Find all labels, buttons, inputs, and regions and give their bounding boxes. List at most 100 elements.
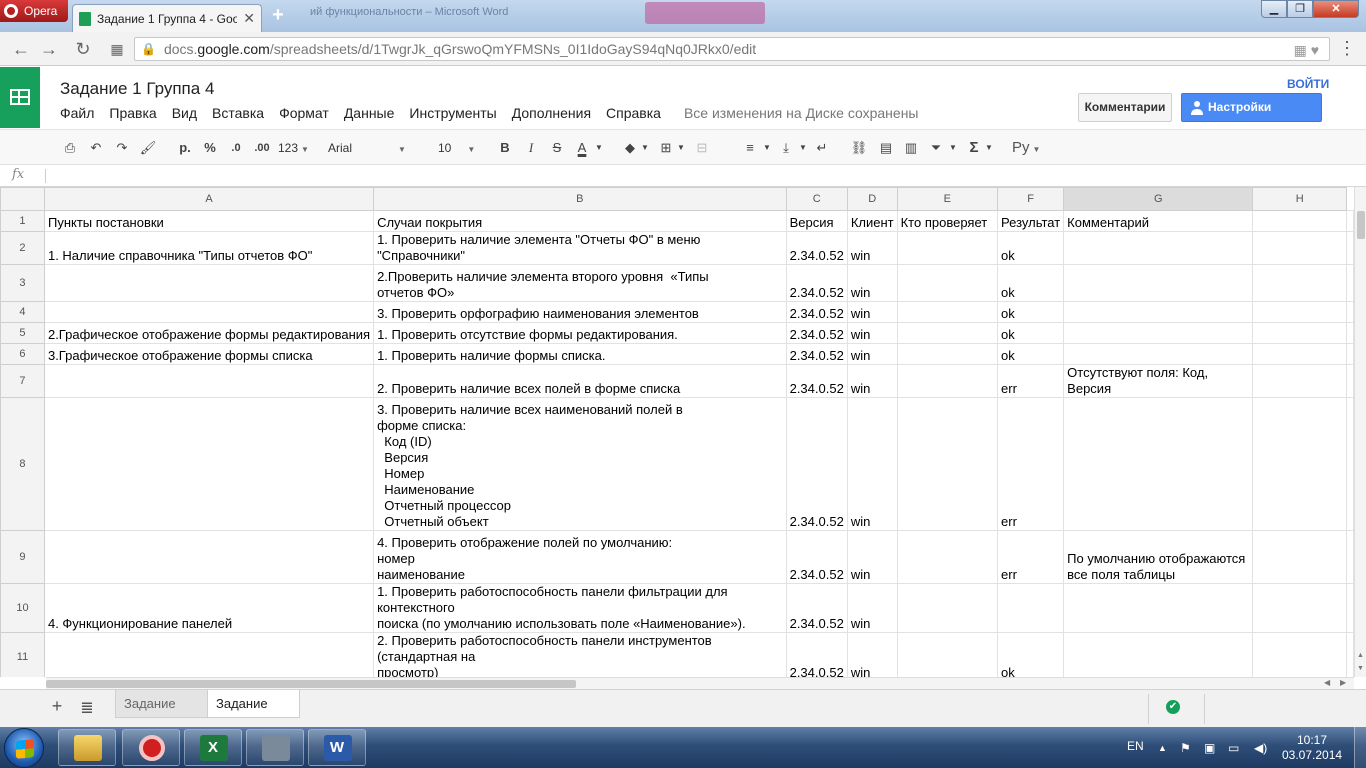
- chevron-down-icon[interactable]: ▼: [676, 138, 686, 158]
- cell-c8[interactable]: 2.34.0.52: [785, 397, 848, 531]
- cell-b7[interactable]: 2. Проверить наличие всех полей в форме …: [373, 364, 787, 398]
- menu-file[interactable]: Файл: [60, 105, 94, 121]
- fill-color-icon[interactable]: ◆: [620, 138, 640, 158]
- cell-filler[interactable]: [1346, 583, 1354, 633]
- insert-link-icon[interactable]: ⛓: [848, 138, 870, 158]
- cell-a7[interactable]: [43, 364, 375, 398]
- row-header[interactable]: 4: [0, 301, 45, 323]
- column-header[interactable]: A: [43, 187, 375, 211]
- menu-tools[interactable]: Инструменты: [409, 105, 496, 121]
- horizontal-scrollbar[interactable]: ◀ ▶: [46, 677, 1354, 689]
- cell-h5[interactable]: [1252, 322, 1347, 344]
- cell-c2[interactable]: 2.34.0.52: [785, 231, 848, 265]
- cell-h8[interactable]: [1252, 397, 1347, 531]
- cell-c11[interactable]: 2.34.0.52: [785, 632, 848, 677]
- cell-g2[interactable]: [1063, 231, 1254, 265]
- cell-d11[interactable]: win: [846, 632, 898, 677]
- cell-c4[interactable]: 2.34.0.52: [785, 301, 848, 323]
- menu-view[interactable]: Вид: [172, 105, 197, 121]
- scroll-down-icon[interactable]: ▼: [1357, 665, 1364, 672]
- cell-h3[interactable]: [1252, 264, 1347, 302]
- forward-arrow-icon[interactable]: →: [38, 38, 60, 60]
- cell-b4[interactable]: 3. Проверить орфографию наименования эле…: [373, 301, 787, 323]
- font-family-dropdown[interactable]: Arial ▼: [328, 137, 412, 159]
- opera-menu-button[interactable]: Opera: [0, 0, 68, 22]
- address-bar-input[interactable]: 🔒 docs. google.com/spreadsheets/d/1TwgrJk…: [134, 37, 1330, 61]
- taskbar-excel[interactable]: X: [184, 729, 242, 766]
- cell-e8[interactable]: [896, 397, 999, 531]
- cell-g11[interactable]: [1063, 632, 1254, 677]
- cell-b1[interactable]: Случаи покрытия: [373, 210, 787, 232]
- filter-icon[interactable]: ⏷: [926, 138, 946, 158]
- taskbar-opera[interactable]: [122, 729, 180, 766]
- decrease-decimal-button[interactable]: .0: [225, 138, 247, 158]
- cell-a4[interactable]: [43, 301, 375, 323]
- cell-e1[interactable]: Кто проверяет: [896, 210, 999, 232]
- cell-filler[interactable]: [1346, 364, 1354, 398]
- row-header[interactable]: 6: [0, 343, 45, 365]
- cell-h9[interactable]: [1252, 530, 1347, 584]
- menu-data[interactable]: Данные: [344, 105, 395, 121]
- menu-format[interactable]: Формат: [279, 105, 329, 121]
- volume-icon[interactable]: ◀): [1254, 741, 1267, 755]
- chevron-down-icon[interactable]: ▼: [798, 138, 808, 158]
- row-header[interactable]: 5: [0, 322, 45, 344]
- redo-icon[interactable]: ↷: [112, 138, 132, 158]
- cell-filler[interactable]: [1346, 210, 1354, 232]
- cell-e6[interactable]: [896, 343, 999, 365]
- row-header[interactable]: 8: [0, 397, 45, 531]
- cell-b2[interactable]: 1. Проверить наличие элемента "Отчеты ФО…: [373, 231, 787, 265]
- document-title[interactable]: Задание 1 Группа 4: [60, 79, 214, 99]
- wrap-text-icon[interactable]: ↵: [812, 138, 832, 158]
- cell-c9[interactable]: 2.34.0.52: [785, 530, 848, 584]
- window-minimize-button[interactable]: ▁: [1261, 0, 1287, 18]
- cell-c7[interactable]: 2.34.0.52: [785, 364, 848, 398]
- select-all-corner[interactable]: [0, 187, 45, 211]
- cell-g8[interactable]: [1063, 397, 1254, 531]
- sheet-tab-2-active[interactable]: Задание 2▼: [207, 690, 300, 739]
- cell-a3[interactable]: [43, 264, 375, 302]
- undo-icon[interactable]: ↶: [86, 138, 106, 158]
- cell-filler[interactable]: [1346, 632, 1354, 677]
- cell-e10[interactable]: [896, 583, 999, 633]
- share-button[interactable]: Настройки доступа: [1181, 93, 1322, 141]
- cell-e9[interactable]: [896, 530, 999, 584]
- insert-chart-icon[interactable]: ▥: [900, 138, 922, 158]
- menu-addons[interactable]: Дополнения: [512, 105, 591, 121]
- cell-e7[interactable]: [896, 364, 999, 398]
- cell-g3[interactable]: [1063, 264, 1254, 302]
- cell-filler[interactable]: [1346, 231, 1354, 265]
- scroll-right-icon[interactable]: ▶: [1340, 678, 1346, 687]
- cell-a11[interactable]: [43, 632, 375, 677]
- cell-h11[interactable]: [1252, 632, 1347, 677]
- row-header[interactable]: 2: [0, 231, 45, 265]
- action-center-flag-icon[interactable]: ⚑: [1180, 741, 1191, 755]
- functions-button[interactable]: Σ: [964, 138, 984, 158]
- menu-edit[interactable]: Правка: [109, 105, 156, 121]
- cell-f4[interactable]: ok: [997, 301, 1065, 323]
- cell-f5[interactable]: ok: [997, 322, 1065, 344]
- vertical-align-icon[interactable]: ⤓: [776, 138, 796, 158]
- cell-g5[interactable]: [1063, 322, 1254, 344]
- cell-f10[interactable]: [997, 583, 1065, 633]
- cell-c1[interactable]: Версия: [785, 210, 848, 232]
- chevron-down-icon[interactable]: ▼: [948, 138, 958, 158]
- cell-g9[interactable]: По умолчанию отображаются все поля табли…: [1063, 530, 1254, 584]
- cell-d8[interactable]: win: [846, 397, 898, 531]
- chevron-down-icon[interactable]: ▼: [984, 138, 994, 158]
- cell-filler[interactable]: [1346, 343, 1354, 365]
- cell-f1[interactable]: Результат: [997, 210, 1065, 232]
- cell-d6[interactable]: win: [846, 343, 898, 365]
- cell-g7[interactable]: Отсутствуют поля: Код, Версия: [1063, 364, 1254, 398]
- cell-c3[interactable]: 2.34.0.52: [785, 264, 848, 302]
- add-sheet-icon[interactable]: +: [48, 696, 66, 717]
- start-button[interactable]: [4, 728, 44, 768]
- column-header[interactable]: C: [785, 187, 848, 211]
- cell-d5[interactable]: win: [846, 322, 898, 344]
- cell-b3[interactable]: 2.Проверить наличие элемента второго уро…: [373, 264, 787, 302]
- cell-d2[interactable]: win: [846, 231, 898, 265]
- cell-a2[interactable]: 1. Наличие справочника "Типы отчетов ФО": [43, 231, 375, 265]
- cell-b9[interactable]: 4. Проверить отображение полей по умолча…: [373, 530, 787, 584]
- stash-icon[interactable]: ▦: [1294, 42, 1307, 58]
- cell-d1[interactable]: Клиент: [846, 210, 898, 232]
